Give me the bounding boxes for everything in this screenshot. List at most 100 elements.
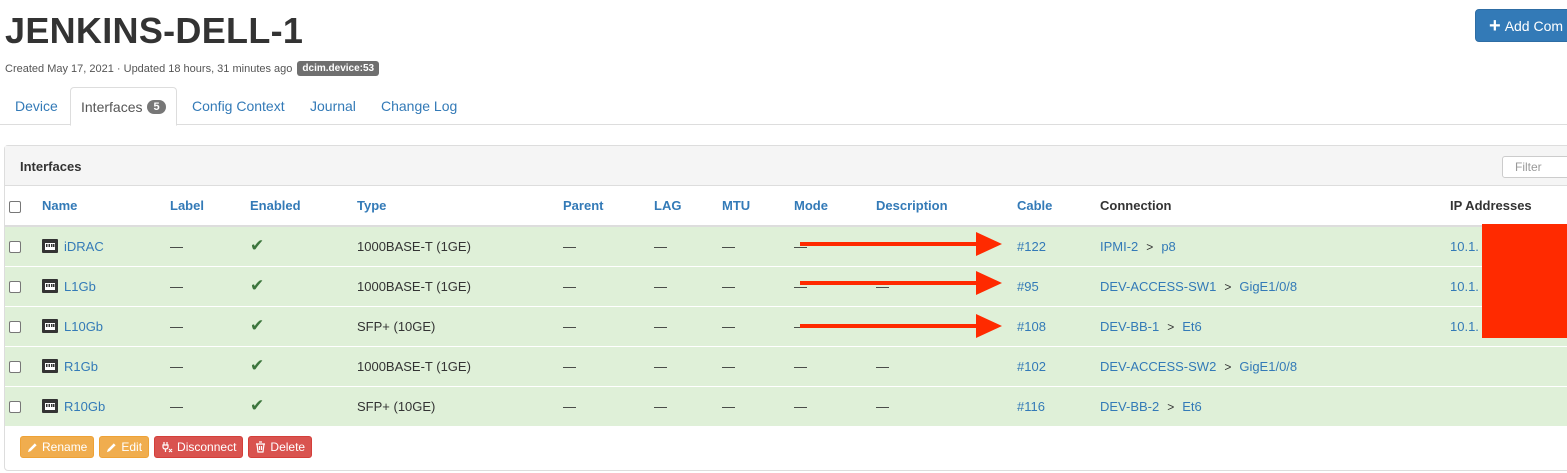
select-all-checkbox[interactable] (9, 200, 21, 213)
delete-button[interactable]: Delete (248, 436, 313, 458)
ip-address-link[interactable]: 10.1. (1450, 319, 1479, 334)
description-cell: — (876, 385, 1017, 426)
rename-button[interactable]: Rename (20, 436, 95, 458)
annotation-arrow (800, 232, 1002, 256)
connection-cell: DEV-ACCESS-SW1 > GigE1/0/8 (1100, 265, 1450, 306)
chevron-right-icon: > (1224, 359, 1232, 374)
meta-text: Created May 17, 2021 · Updated 18 hours,… (5, 62, 293, 75)
interfaces-table-body: iDRAC — ✔ 1000BASE-T (1GE) — — — — #122 IPMI-2 > p8… (5, 225, 1567, 426)
interface-name-link[interactable]: L10Gb (64, 319, 103, 334)
ip-address-link[interactable]: 10.1. (1450, 239, 1479, 254)
row-checkbox-cell[interactable] (5, 225, 42, 266)
parent-cell: — (563, 345, 654, 386)
connection-port-link[interactable]: GigE1/0/8 (1239, 359, 1297, 374)
interface-name-link[interactable]: iDRAC (64, 239, 104, 254)
row-checkbox[interactable] (9, 241, 21, 254)
header-enabled[interactable]: Enabled (250, 186, 357, 227)
mtu-cell: — (722, 385, 794, 426)
header-parent[interactable]: Parent (563, 186, 654, 227)
ip-address-link[interactable]: 10.1. (1450, 279, 1479, 294)
redaction-box (1482, 224, 1567, 338)
connection-port-link[interactable]: p8 (1161, 239, 1175, 254)
connection-port-link[interactable]: Et6 (1182, 399, 1202, 414)
mtu-cell: — (722, 225, 794, 266)
cable-link[interactable]: #116 (1017, 399, 1045, 414)
header-type[interactable]: Type (357, 186, 563, 227)
plus-icon: + (1489, 14, 1501, 37)
type-cell: 1000BASE-T (1GE) (357, 225, 563, 266)
row-checkbox-cell[interactable] (5, 305, 42, 346)
connection-cell: IPMI-2 > p8 (1100, 225, 1450, 266)
cable-cell: #116 (1017, 385, 1100, 426)
interface-name-link[interactable]: R1Gb (64, 359, 98, 374)
connection-cell: DEV-ACCESS-SW2 > GigE1/0/8 (1100, 345, 1450, 386)
tab-device[interactable]: Device (15, 87, 58, 125)
name-cell: iDRAC (42, 225, 170, 266)
name-cell: R1Gb (42, 345, 170, 386)
header-name[interactable]: Name (42, 186, 170, 227)
type-cell: SFP+ (10GE) (357, 305, 563, 346)
type-cell: 1000BASE-T (1GE) (357, 265, 563, 306)
edit-button[interactable]: Edit (99, 436, 150, 458)
cable-link[interactable]: #102 (1017, 359, 1046, 374)
tab-interfaces[interactable]: Interfaces 5 (70, 87, 177, 126)
lag-cell: — (654, 225, 722, 266)
row-checkbox[interactable] (9, 401, 21, 414)
mtu-cell: — (722, 265, 794, 306)
tab-label: Device (15, 98, 58, 114)
connection-cell: DEV-BB-1 > Et6 (1100, 305, 1450, 346)
annotation-arrow (800, 271, 1002, 295)
connection-device-link[interactable]: DEV-BB-2 (1100, 399, 1159, 414)
annotation-arrow (800, 314, 1002, 338)
connection-port-link[interactable]: GigE1/0/8 (1239, 279, 1297, 294)
filter-input[interactable] (1502, 156, 1567, 178)
check-icon: ✔ (250, 236, 265, 256)
check-icon: ✔ (250, 356, 265, 375)
interface-name-link[interactable]: R10Gb (64, 399, 105, 414)
interfaces-table: Name Label Enabled Type Parent LAG MTU M… (5, 186, 1567, 426)
header-lag[interactable]: LAG (654, 186, 722, 227)
tab-label: Config Context (192, 98, 285, 114)
connection-device-link[interactable]: DEV-ACCESS-SW1 (1100, 279, 1216, 294)
row-checkbox[interactable] (9, 281, 21, 294)
mtu-cell: — (722, 305, 794, 346)
tab-journal[interactable]: Journal (310, 87, 356, 125)
tab-change-log[interactable]: Change Log (381, 87, 457, 125)
name-cell: L10Gb (42, 305, 170, 346)
row-checkbox[interactable] (9, 361, 21, 374)
add-components-button[interactable]: + Add Com (1475, 9, 1567, 42)
cable-link[interactable]: #122 (1017, 239, 1046, 254)
interface-name-link[interactable]: L1Gb (64, 279, 96, 294)
label-cell: — (170, 225, 250, 266)
mtu-cell: — (722, 345, 794, 386)
disconnect-button[interactable]: Disconnect (154, 436, 244, 458)
row-checkbox-cell[interactable] (5, 265, 42, 306)
cable-link[interactable]: #108 (1017, 319, 1046, 334)
connection-device-link[interactable]: IPMI-2 (1100, 239, 1138, 254)
connection-port-link[interactable]: Et6 (1182, 319, 1202, 334)
select-all-checkbox-cell[interactable] (5, 186, 42, 227)
tab-bar: Device Interfaces 5 Config Context Journ… (0, 87, 1567, 126)
row-checkbox-cell[interactable] (5, 385, 42, 426)
label-cell: — (170, 345, 250, 386)
row-checkbox-cell[interactable] (5, 345, 42, 386)
interfaces-panel: Interfaces Name Label Enabled Type Paren… (4, 145, 1567, 471)
table-row: R1Gb — ✔ 1000BASE-T (1GE) — — — — — #102 DEV-ACCES… (5, 345, 1567, 386)
tab-label: Interfaces (81, 98, 143, 115)
parent-cell: — (563, 225, 654, 266)
row-checkbox[interactable] (9, 321, 21, 334)
cable-link[interactable]: #95 (1017, 279, 1039, 294)
header-label[interactable]: Label (170, 186, 250, 227)
header-description[interactable]: Description (876, 186, 1017, 227)
header-mode[interactable]: Mode (794, 186, 876, 227)
tab-config-context[interactable]: Config Context (192, 87, 285, 125)
connection-device-link[interactable]: DEV-BB-1 (1100, 319, 1159, 334)
header-cable[interactable]: Cable (1017, 186, 1100, 227)
table-row: L1Gb — ✔ 1000BASE-T (1GE) — — — — — #95 DEV-ACCESS… (5, 265, 1567, 306)
connection-device-link[interactable]: DEV-ACCESS-SW2 (1100, 359, 1216, 374)
type-cell: SFP+ (10GE) (357, 385, 563, 426)
edit-label: Edit (121, 440, 143, 454)
lag-cell: — (654, 265, 722, 306)
ethernet-port-icon (42, 319, 58, 333)
header-mtu[interactable]: MTU (722, 186, 794, 227)
